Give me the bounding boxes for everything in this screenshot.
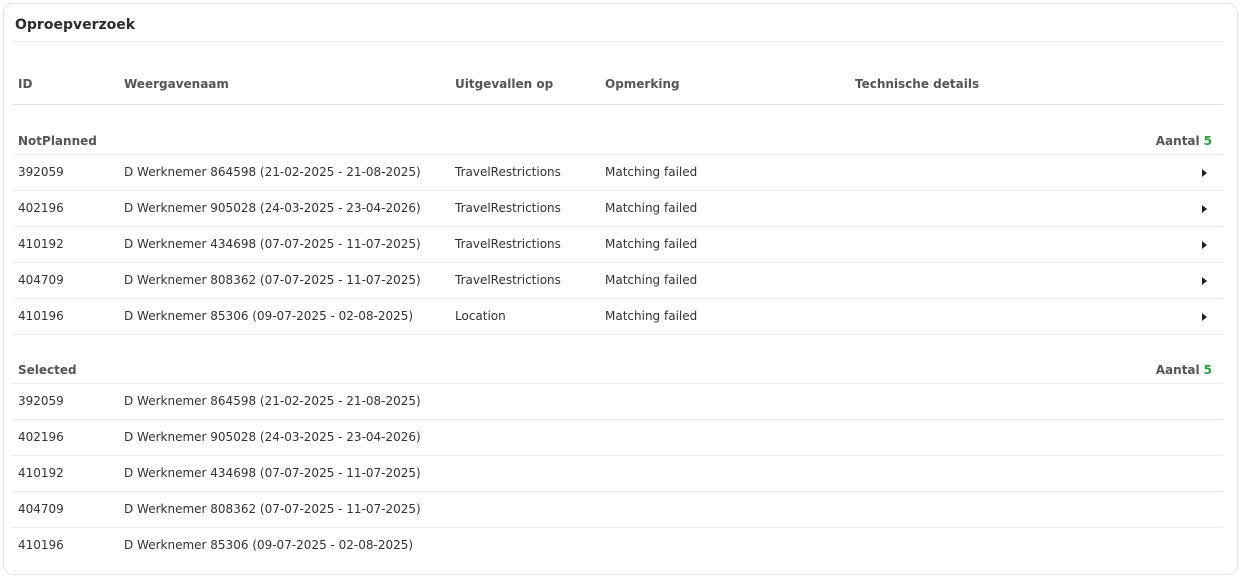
table-header: ID Weergavenaam Uitgevallen op Opmerking… <box>12 66 1223 105</box>
table-row[interactable]: 402196 D Werknemer 905028 (24-03-2025 - … <box>12 420 1223 456</box>
group-not-planned: NotPlanned Aantal 5 392059 D Werknemer 86… <box>12 126 1223 335</box>
column-header-reason: Uitgevallen op <box>455 77 554 91</box>
table-row[interactable]: 410192 D Werknemer 434698 (07-07-2025 - … <box>12 456 1223 492</box>
cell-remark: Matching failed <box>605 165 698 179</box>
group-header: Selected Aantal 5 <box>12 355 1223 384</box>
table-row[interactable]: 404709 D Werknemer 808362 (07-07-2025 - … <box>12 263 1223 299</box>
caret-right-icon[interactable] <box>1202 241 1207 249</box>
table-row[interactable]: 392059 D Werknemer 864598 (21-02-2025 - … <box>12 384 1223 420</box>
caret-right-icon[interactable] <box>1202 169 1207 177</box>
cell-remark: Matching failed <box>605 201 698 215</box>
card-title: Oproepverzoek <box>15 17 136 33</box>
cell-name: D Werknemer 905028 (24-03-2025 - 23-04-2… <box>124 201 421 215</box>
cell-id: 402196 <box>18 201 64 215</box>
cell-remark: Matching failed <box>605 309 698 323</box>
cell-name: D Werknemer 864598 (21-02-2025 - 21-08-2… <box>124 394 421 408</box>
cell-id: 392059 <box>18 165 64 179</box>
cell-reason: TravelRestrictions <box>455 273 561 287</box>
call-request-card: Oproepverzoek ID Weergavenaam Uitgevalle… <box>3 3 1238 575</box>
group-count: Aantal 5 <box>1156 363 1212 377</box>
column-header-name: Weergavenaam <box>124 77 229 91</box>
cell-id: 404709 <box>18 273 64 287</box>
cell-name: D Werknemer 85306 (09-07-2025 - 02-08-20… <box>124 538 414 552</box>
cell-id: 404709 <box>18 502 64 516</box>
cell-reason: TravelRestrictions <box>455 201 561 215</box>
count-value: 5 <box>1203 363 1212 377</box>
table-row[interactable]: 410196 D Werknemer 85306 (09-07-2025 - 0… <box>12 528 1223 564</box>
cell-remark: Matching failed <box>605 237 698 251</box>
column-header-tech-details: Technische details <box>855 77 980 91</box>
count-label: Aantal <box>1155 363 1200 377</box>
table-row[interactable]: 410196 D Werknemer 85306 (09-07-2025 - 0… <box>12 299 1223 335</box>
table-row[interactable]: 410192 D Werknemer 434698 (07-07-2025 - … <box>12 227 1223 263</box>
cell-name: D Werknemer 808362 (07-07-2025 - 11-07-2… <box>124 502 421 516</box>
caret-right-icon[interactable] <box>1202 313 1207 321</box>
cell-id: 410196 <box>18 309 64 323</box>
cell-reason: Location <box>455 309 506 323</box>
cell-name: D Werknemer 808362 (07-07-2025 - 11-07-2… <box>124 273 421 287</box>
cell-id: 392059 <box>18 394 64 408</box>
cell-name: D Werknemer 905028 (24-03-2025 - 23-04-2… <box>124 430 421 444</box>
table-row[interactable]: 404709 D Werknemer 808362 (07-07-2025 - … <box>12 492 1223 528</box>
caret-right-icon[interactable] <box>1202 205 1207 213</box>
group-selected: Selected Aantal 5 392059 D Werknemer 8645… <box>12 355 1223 564</box>
table-row[interactable]: 402196 D Werknemer 905028 (24-03-2025 - … <box>12 191 1223 227</box>
caret-right-icon[interactable] <box>1202 277 1207 285</box>
cell-id: 402196 <box>18 430 64 444</box>
cell-name: D Werknemer 434698 (07-07-2025 - 11-07-2… <box>124 466 421 480</box>
count-label: Aantal <box>1155 134 1200 148</box>
cell-reason: TravelRestrictions <box>455 165 561 179</box>
cell-remark: Matching failed <box>605 273 698 287</box>
cell-name: D Werknemer 864598 (21-02-2025 - 21-08-2… <box>124 165 421 179</box>
cell-id: 410192 <box>18 237 64 251</box>
cell-name: D Werknemer 434698 (07-07-2025 - 11-07-2… <box>124 237 421 251</box>
count-value: 5 <box>1203 134 1212 148</box>
cell-reason: TravelRestrictions <box>455 237 561 251</box>
group-name: Selected <box>18 363 77 377</box>
cell-id: 410196 <box>18 538 64 552</box>
group-header: NotPlanned Aantal 5 <box>12 126 1223 155</box>
group-count: Aantal 5 <box>1156 134 1212 148</box>
title-divider <box>12 41 1223 42</box>
group-name: NotPlanned <box>18 134 97 148</box>
table-row[interactable]: 392059 D Werknemer 864598 (21-02-2025 - … <box>12 155 1223 191</box>
cell-id: 410192 <box>18 466 64 480</box>
column-header-id: ID <box>18 77 33 91</box>
column-header-remark: Opmerking <box>605 77 680 91</box>
cell-name: D Werknemer 85306 (09-07-2025 - 02-08-20… <box>124 309 414 323</box>
